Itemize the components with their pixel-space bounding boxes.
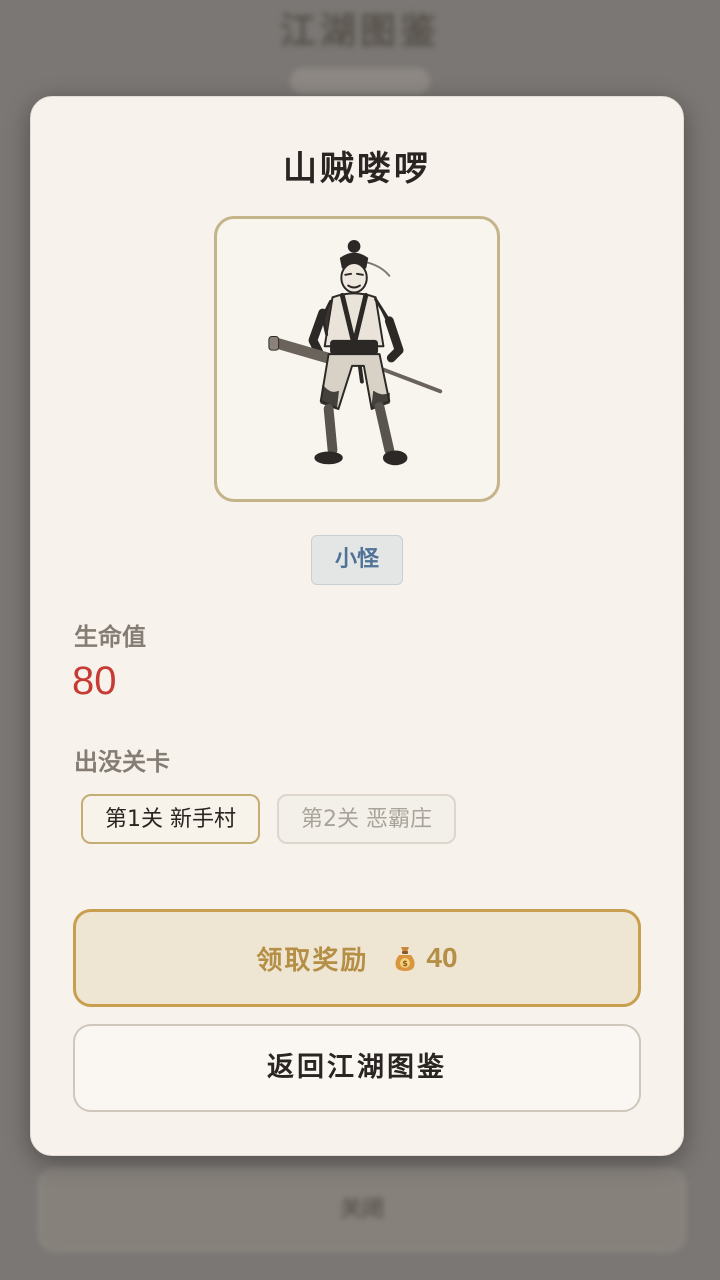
stage-list: 第1关 新手村 第2关 恶霸庄 (81, 794, 456, 844)
back-to-codex-button[interactable]: 返回江湖图鉴 (73, 1024, 641, 1112)
money-bag-icon: $ (395, 947, 415, 971)
monster-portrait (214, 216, 500, 502)
hp-label: 生命值 (74, 623, 146, 651)
monster-type-badge: 小怪 (311, 535, 403, 585)
claim-reward-label: 领取奖励 (256, 945, 369, 976)
background-page-title: 江湖图鉴 (279, 10, 440, 52)
stages-label: 出没关卡 (74, 748, 170, 776)
stage-chip-2: 第2关 恶霸庄 (277, 794, 456, 844)
reward-amount: $ 40 (390, 942, 458, 974)
monster-detail-modal: 山贼喽啰 小怪 生命值 80 出没关卡 第1关 新手村 第2关 恶霸庄 领取奖励… (30, 96, 684, 1156)
hp-value: 80 (72, 659, 117, 703)
background-subtitle (290, 68, 430, 94)
svg-text:$: $ (403, 959, 409, 968)
background-close-button: 关闭 (38, 1168, 686, 1252)
stage-chip-1[interactable]: 第1关 新手村 (81, 794, 260, 844)
bandit-swordsman-ink-portrait (268, 240, 443, 466)
claim-reward-button[interactable]: 领取奖励 $ 40 (73, 909, 641, 1007)
reward-amount-value: 40 (426, 942, 458, 973)
monster-name: 山贼喽啰 (283, 149, 431, 189)
